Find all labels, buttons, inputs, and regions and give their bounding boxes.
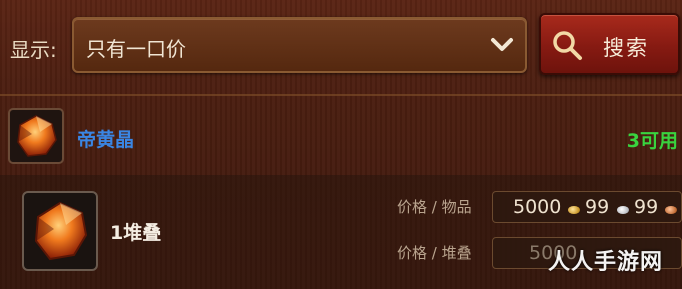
price-per-item-label: 价格 / 物品 <box>397 198 472 216</box>
search-icon <box>553 31 582 60</box>
watermark: 人人手游网 <box>548 250 664 275</box>
filter-bar: 显示: 只有一口价 搜索 <box>0 0 682 95</box>
search-button[interactable]: 搜索 <box>539 13 680 75</box>
stack-count: 1堆叠 <box>110 222 162 244</box>
gem-icon <box>8 108 64 164</box>
price-gold: 5000 <box>513 196 562 218</box>
price-per-item: 5000 99 99 <box>492 191 682 223</box>
chevron-down-icon <box>491 38 513 51</box>
filter-label: 显示: <box>10 38 57 62</box>
silver-coin-icon <box>617 206 629 214</box>
search-button-label: 搜索 <box>603 36 649 60</box>
gem-icon <box>22 191 98 271</box>
copper-coin-icon <box>665 206 677 214</box>
gold-coin-icon <box>568 206 580 214</box>
price-per-stack-label: 价格 / 堆叠 <box>397 244 472 262</box>
item-header[interactable]: 帝黄晶 3可用 <box>0 98 682 174</box>
available-count: 3可用 <box>626 130 678 152</box>
price-silver: 99 <box>585 196 610 218</box>
item-name: 帝黄晶 <box>77 129 135 151</box>
filter-dropdown[interactable]: 只有一口价 <box>72 17 527 73</box>
price-copper: 99 <box>634 196 659 218</box>
filter-dropdown-value: 只有一口价 <box>86 37 186 61</box>
divider <box>0 94 682 96</box>
